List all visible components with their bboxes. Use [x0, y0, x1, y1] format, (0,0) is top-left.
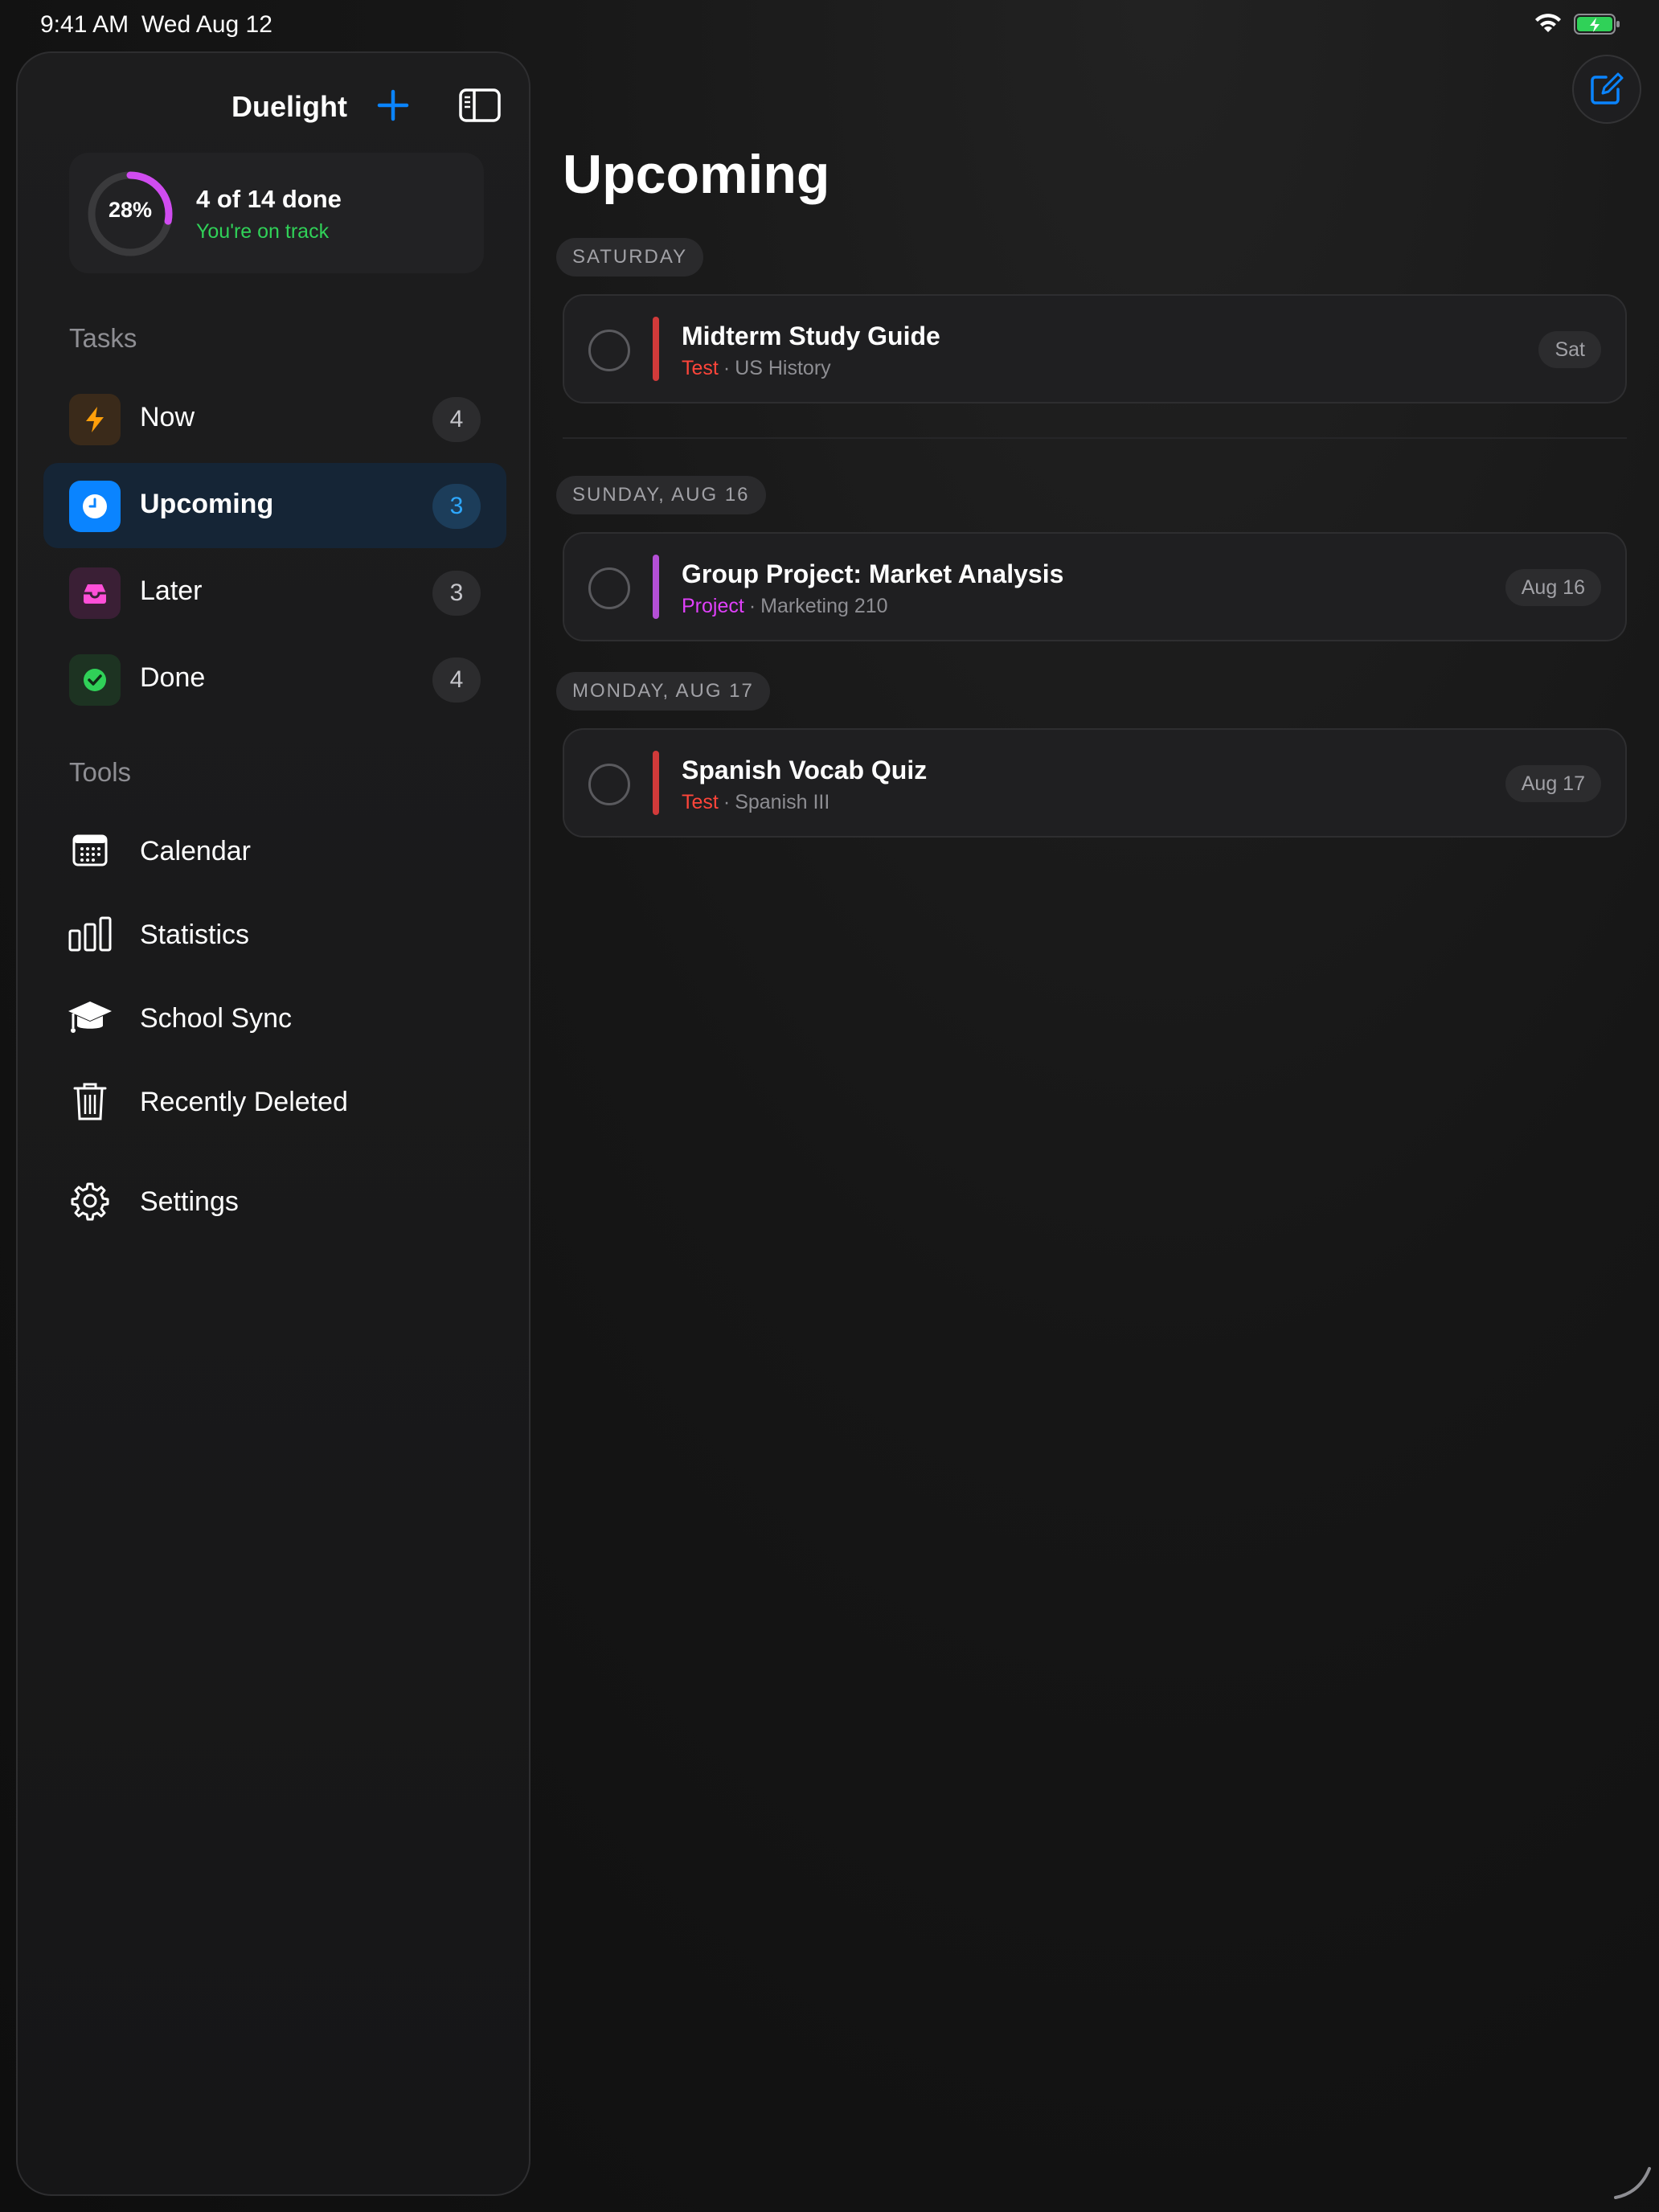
settings-item[interactable]: Settings — [66, 1169, 516, 1233]
status-icons — [1534, 13, 1620, 35]
task-accent-bar — [653, 317, 659, 381]
task-type: Test — [682, 791, 719, 813]
compose-button[interactable] — [1572, 55, 1641, 124]
clock-icon — [69, 481, 121, 532]
task-title: Spanish Vocab Quiz — [682, 756, 928, 784]
task-checkbox[interactable] — [588, 567, 630, 609]
task-checkbox[interactable] — [588, 764, 630, 805]
settings-label: Settings — [140, 1186, 239, 1217]
day-header-monday: MONDAY, AUG 17 — [556, 672, 770, 711]
add-task-button[interactable] — [371, 84, 415, 127]
count-badge: 3 — [432, 571, 481, 616]
separator-dot: · — [748, 595, 756, 617]
progress-card[interactable]: 28% 4 of 14 done You're on track — [69, 153, 484, 273]
tool-item-recently-deleted[interactable]: Recently Deleted — [66, 1069, 516, 1133]
task-type: Test — [682, 357, 719, 379]
calendar-icon — [66, 828, 114, 873]
sidebar-item-label: Done — [140, 662, 206, 693]
separator-dot: · — [723, 357, 731, 379]
task-course: US History — [735, 357, 831, 379]
tools-section-label: Tools — [69, 757, 132, 787]
task-date-badge: Aug 17 — [1505, 765, 1601, 802]
count-badge: 4 — [432, 397, 481, 442]
tool-item-school-sync[interactable]: School Sync — [66, 985, 516, 1050]
plus-icon — [377, 89, 409, 121]
task-course: Marketing 210 — [760, 595, 888, 617]
task-meta: Project · Marketing 210 — [682, 595, 888, 618]
battery-icon — [1574, 14, 1620, 35]
tool-item-calendar[interactable]: Calendar — [66, 818, 516, 883]
compose-icon — [1591, 72, 1624, 104]
sidebar-item-now[interactable]: Now 4 — [43, 376, 506, 461]
status-bar: 9:41 AM Wed Aug 12 — [0, 0, 1659, 51]
task-type: Project — [682, 595, 744, 617]
task-meta: Test · US History — [682, 357, 831, 380]
count-badge: 3 — [432, 484, 481, 529]
sidebar-item-label: Later — [140, 576, 203, 606]
task-checkbox[interactable] — [588, 330, 630, 371]
task-meta: Test · Spanish III — [682, 791, 830, 814]
sidebar: Duelight 28% 4 of 14 done You're on trac… — [16, 51, 530, 2196]
task-accent-bar — [653, 555, 659, 619]
app-title: Duelight — [231, 90, 347, 123]
count-badge: 4 — [432, 657, 481, 703]
trash-icon — [66, 1079, 114, 1124]
task-card-spanish-vocab-quiz[interactable]: Spanish Vocab Quiz Test · Spanish III Aug … — [563, 728, 1627, 838]
status-time: 9:41 AM — [40, 11, 129, 38]
sidebar-icon — [459, 88, 501, 122]
section-divider — [563, 437, 1627, 439]
task-course: Spanish III — [735, 791, 830, 813]
tray-icon — [69, 567, 121, 619]
task-title: Midterm Study Guide — [682, 322, 940, 350]
tasks-section-label: Tasks — [69, 323, 137, 353]
progress-percent: 28% — [108, 198, 153, 222]
task-card-midterm-study-guide[interactable]: Midterm Study Guide Test · US History Sat — [563, 294, 1627, 403]
sidebar-header: Duelight — [18, 69, 529, 141]
tool-item-label: Recently Deleted — [140, 1087, 348, 1117]
tool-item-label: School Sync — [140, 1003, 292, 1034]
tool-item-label: Statistics — [140, 920, 250, 950]
wifi-icon — [1535, 14, 1561, 32]
task-card-group-project[interactable]: Group Project: Market Analysis Project · M… — [563, 532, 1627, 641]
graduation-cap-icon — [66, 995, 114, 1040]
task-date-badge: Aug 16 — [1505, 569, 1601, 606]
gear-icon — [66, 1178, 114, 1223]
task-date-badge: Sat — [1538, 331, 1601, 368]
checkmark-icon — [69, 654, 121, 706]
sidebar-item-label: Now — [140, 402, 195, 432]
tool-item-statistics[interactable]: Statistics — [66, 902, 516, 966]
progress-status: You're on track — [196, 220, 330, 243]
day-header-saturday: SATURDAY — [556, 238, 704, 276]
sidebar-item-done[interactable]: Done 4 — [43, 637, 506, 722]
bolt-icon — [69, 394, 121, 445]
status-date: Wed Aug 12 — [141, 11, 272, 38]
tool-item-label: Calendar — [140, 836, 251, 866]
task-title: Group Project: Market Analysis — [682, 559, 1064, 588]
bar-chart-icon — [66, 911, 114, 956]
day-header-sunday: SUNDAY, AUG 16 — [556, 476, 766, 514]
sidebar-item-later[interactable]: Later 3 — [43, 550, 506, 635]
sidebar-item-upcoming[interactable]: Upcoming 3 — [43, 463, 506, 548]
page-title: Upcoming — [563, 144, 830, 205]
separator-dot: · — [723, 791, 731, 813]
task-accent-bar — [653, 751, 659, 815]
sidebar-item-label: Upcoming — [140, 489, 274, 519]
resize-handle-icon[interactable] — [1611, 2162, 1654, 2202]
sidebar-toggle-button[interactable] — [458, 85, 502, 125]
progress-title: 4 of 14 done — [196, 185, 342, 213]
